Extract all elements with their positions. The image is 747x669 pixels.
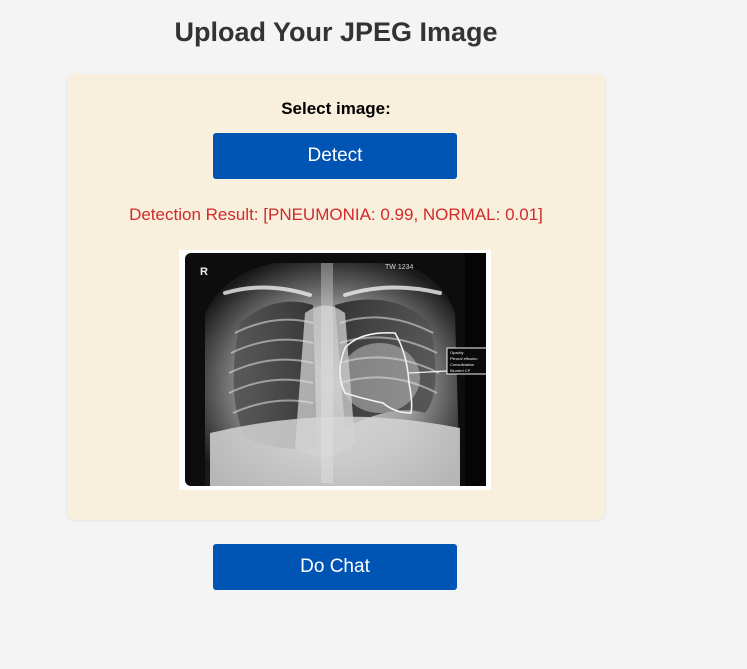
annotation-line-2: Pleural effusion — [450, 356, 478, 361]
do-chat-button[interactable]: Do Chat — [213, 544, 457, 590]
corner-label: TW 1234 — [385, 264, 414, 271]
detection-result: Detection Result: [PNEUMONIA: 0.99, NORM… — [129, 205, 543, 224]
annotation-line-1: Opacity — [450, 350, 464, 355]
side-marker: R — [200, 266, 208, 278]
select-image-label: Select image: — [281, 99, 391, 118]
annotation-line-4: Blunted CP — [450, 368, 471, 373]
upload-card: Select image: Detect Detection Result: [… — [67, 74, 605, 520]
annotation-line-3: Consolidation — [450, 362, 474, 367]
chest-xray-graphic: Opacity Pleural effusion Consolidation B… — [185, 253, 486, 486]
xray-image: Opacity Pleural effusion Consolidation B… — [179, 250, 491, 490]
detect-button[interactable]: Detect — [213, 133, 457, 179]
page-title: Upload Your JPEG Image — [174, 17, 498, 47]
